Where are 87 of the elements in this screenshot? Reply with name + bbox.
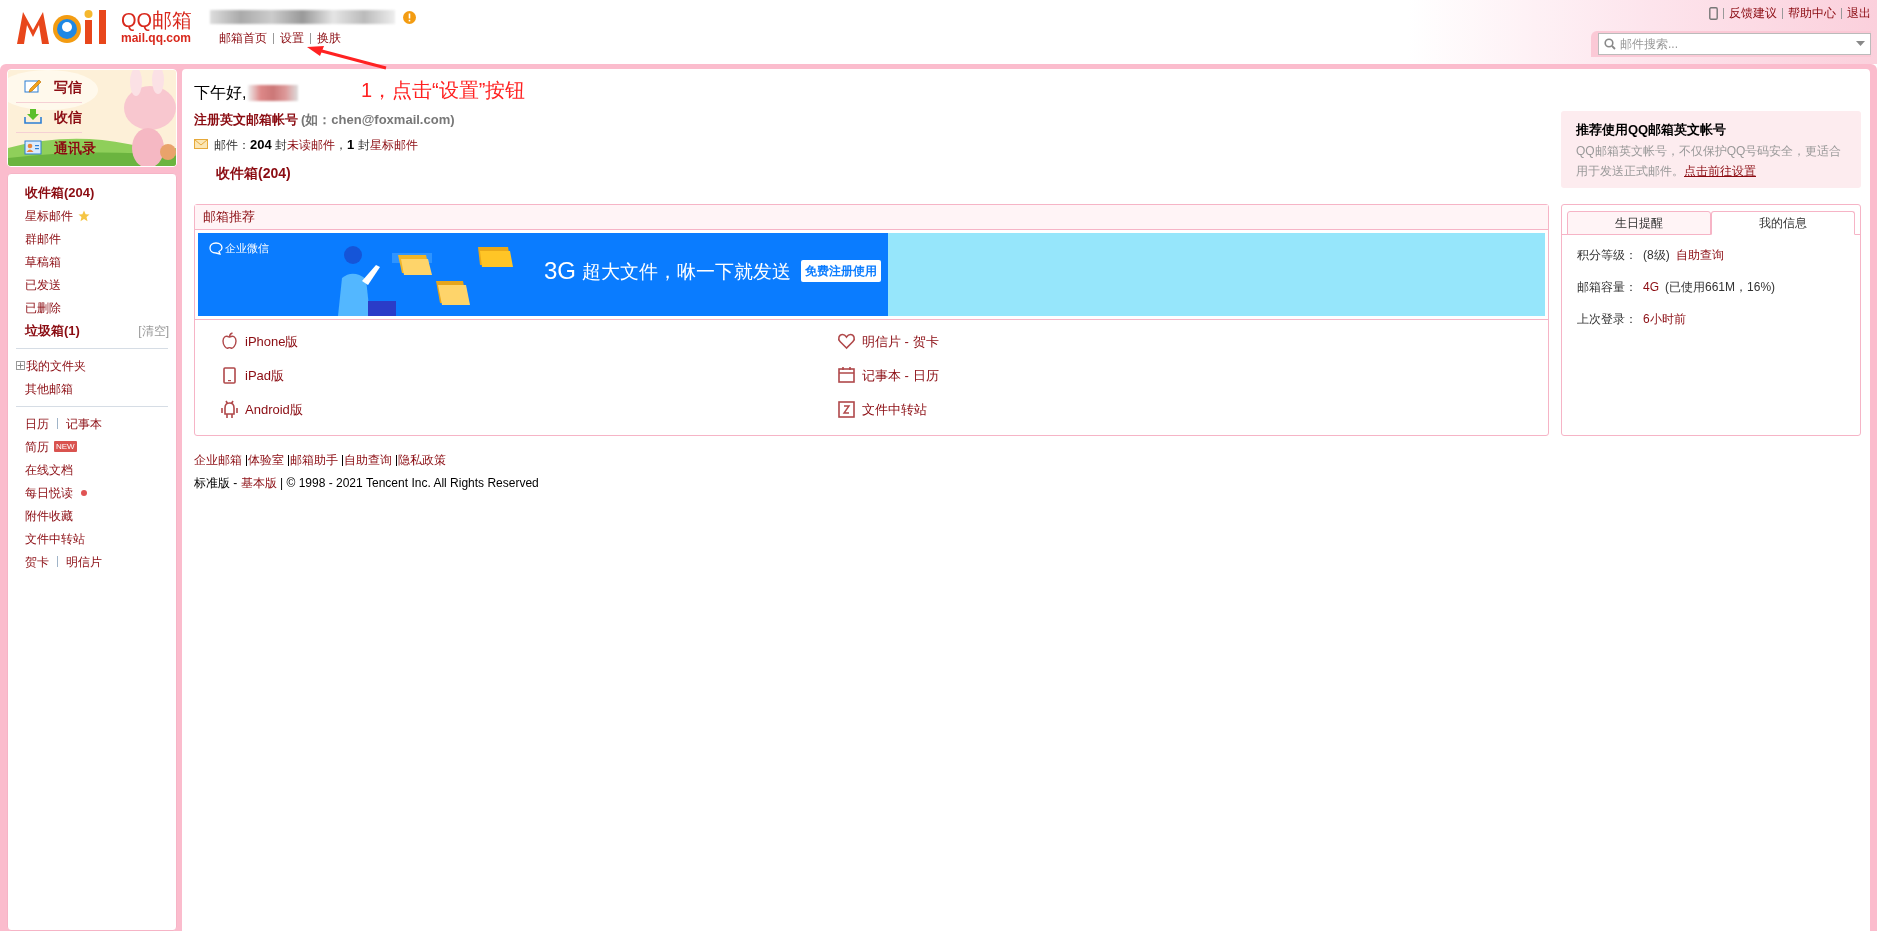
example-hint: (如：chen@foxmail.com) [301, 111, 455, 129]
banner-size: 3G [544, 259, 576, 283]
android-icon [220, 400, 239, 419]
info-label: 上次登录： [1577, 311, 1637, 328]
info-tab[interactable]: 生日提醒 [1567, 211, 1711, 235]
folder-link[interactable]: 群邮件 [25, 229, 61, 248]
top-link[interactable]: 帮助中心 [1788, 4, 1836, 22]
folder-link[interactable]: 记事本 [66, 414, 102, 433]
app-link[interactable]: 文件中转站 [837, 399, 927, 420]
folder-link[interactable]: 收件箱(204) [25, 182, 95, 203]
nav-link[interactable]: 邮箱首页 [219, 29, 267, 47]
nav-link[interactable]: 设置 [280, 29, 304, 47]
info-tab[interactable]: 我的信息 [1711, 211, 1855, 235]
banner-brand: 企业微信 [225, 241, 269, 256]
folder-link[interactable]: 星标邮件 [25, 206, 73, 225]
star-icon [78, 209, 90, 222]
heart-icon [837, 332, 856, 351]
app-link[interactable]: Android版 [220, 399, 303, 420]
document-icon [837, 400, 856, 419]
search-icon [1604, 38, 1616, 50]
top-link[interactable]: 退出 [1847, 4, 1871, 22]
basic-edition-link[interactable]: 基本版 [240, 476, 277, 490]
calendar-icon [837, 366, 856, 385]
folder-link[interactable]: 我的文件夹 [26, 356, 86, 375]
footer-link[interactable]: 自助查询 [344, 451, 392, 469]
info-value-link[interactable]: 4G [1643, 278, 1659, 296]
sidebar-action[interactable]: 收信 [16, 103, 82, 133]
top-link[interactable]: 反馈建议 [1729, 4, 1777, 22]
folder-link[interactable]: 日历 [25, 414, 49, 433]
footer-link[interactable]: 体验室 [248, 451, 284, 469]
nav-link[interactable]: 换肤 [317, 29, 341, 47]
banner-headline: 超大文件，咻一下就发送 [582, 261, 791, 281]
info-value-link[interactable]: 6小时前 [1643, 310, 1686, 328]
info-label: 邮箱容量： [1577, 279, 1637, 296]
promo-title: 推荐使用QQ邮箱英文帐号 [1576, 121, 1728, 139]
sidebar-action[interactable]: 通讯录 [16, 133, 96, 163]
inbox-link[interactable]: 收件箱(204) [216, 163, 291, 184]
info-value: (8级) [1643, 247, 1670, 264]
summary-link[interactable]: 未读邮件 [287, 137, 336, 152]
footer-link[interactable]: 隐私政策 [398, 451, 446, 469]
promo-text: QQ邮箱英文帐号，不仅保护QQ号码安全，更适合用于发送正式邮件。点击前往设置 [1576, 142, 1843, 180]
info-value: (已使用661M，16%) [1665, 279, 1776, 296]
apple-icon [220, 332, 239, 351]
app-link[interactable]: iPhone版 [220, 331, 299, 352]
app-link[interactable]: iPad版 [220, 365, 285, 386]
settings-link[interactable]: 点击前往设置 [1684, 163, 1756, 178]
copyright-text: 标准版 - 基本版 | © 1998 - 2021 Tencent Inc. All Rights Reserved [194, 475, 540, 492]
register-link[interactable]: 注册英文邮箱帐号 [194, 110, 298, 130]
folder-link[interactable]: 垃圾箱(1) [25, 320, 80, 341]
chat-bubble-icon [209, 241, 223, 255]
app-link[interactable]: 明信片 - 贺卡 [837, 331, 939, 352]
folder-link[interactable]: 明信片 [66, 552, 102, 571]
tablet-icon [220, 366, 239, 385]
dropdown-caret-icon[interactable] [1856, 41, 1865, 47]
expand-toggle[interactable] [16, 361, 25, 370]
footer-link[interactable]: 企业邮箱 [194, 451, 242, 469]
inbox-tray-icon [24, 108, 43, 127]
folder-link[interactable]: 每日悦读 [25, 483, 73, 502]
info-label: 积分等级： [1577, 247, 1637, 264]
folder-link[interactable]: 其他邮箱 [25, 379, 73, 398]
logo-text: QQ邮箱 [121, 10, 193, 30]
logo-domain: mail.qq.com [121, 32, 192, 44]
folder-link[interactable]: 简历 [25, 437, 49, 456]
annotation-text: 1，点击“设置”按钮 [361, 78, 526, 103]
info-value-link[interactable]: 自助查询 [1675, 246, 1724, 264]
envelope-icon [194, 139, 208, 150]
folder-link[interactable]: 文件中转站 [25, 529, 85, 548]
folder-link[interactable]: 已发送 [25, 275, 61, 294]
phone-icon[interactable] [1709, 6, 1718, 20]
new-badge: NEW [54, 441, 77, 452]
contact-card-icon [24, 138, 43, 158]
search-field[interactable]: 邮件搜索... [1598, 33, 1871, 55]
app-link[interactable]: 记事本 - 日历 [837, 365, 939, 386]
folder-link[interactable]: 贺卡 [25, 552, 49, 571]
footer-link[interactable]: 邮箱助手 [290, 451, 338, 469]
blurred-name [248, 85, 299, 101]
folder-link[interactable]: 在线文档 [25, 460, 73, 479]
summary-link[interactable]: 星标邮件 [369, 137, 418, 152]
panel-title: 邮箱推荐 [195, 205, 1548, 230]
banner-ad[interactable]: 企业微信 3G 超大文件，咻一下就发送 免费注册使用 [198, 233, 1545, 316]
warning-icon [403, 10, 416, 24]
folder-link[interactable]: 已删除 [25, 298, 61, 317]
register-button[interactable]: 免费注册使用 [801, 260, 881, 282]
greeting-text: 下午好, [194, 83, 247, 103]
mail-summary: 邮件：204 封未读邮件，1 封星标邮件 [214, 135, 418, 154]
folder-link[interactable]: 附件收藏 [25, 506, 73, 525]
folder-link[interactable]: 草稿箱 [25, 252, 61, 271]
